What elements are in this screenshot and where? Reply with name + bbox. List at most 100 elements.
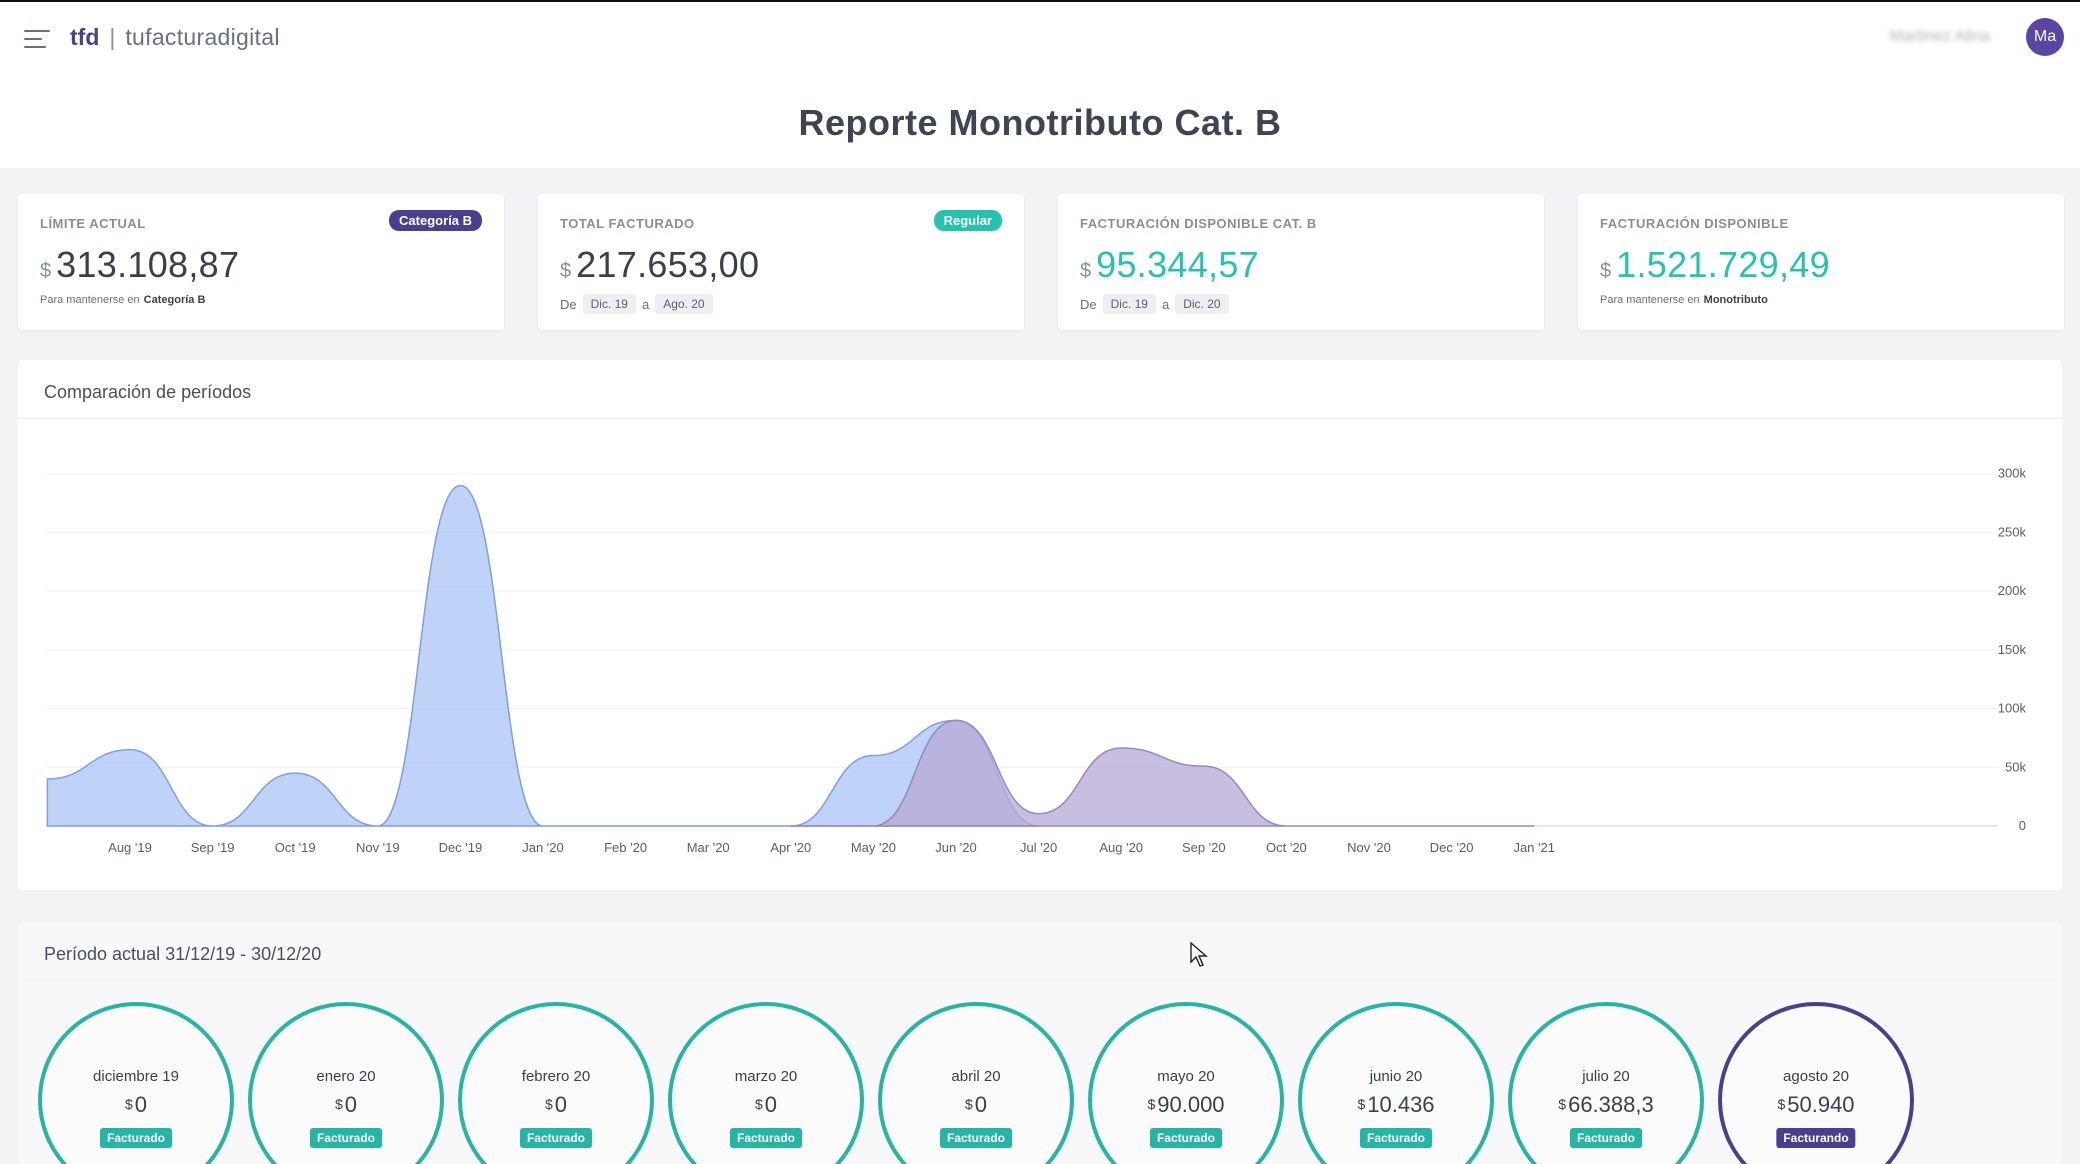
period-title: Período actual 31/12/19 - 30/12/20 bbox=[44, 944, 322, 964]
y-tick-label: 0 bbox=[2019, 818, 2026, 833]
x-tick-label: Feb '20 bbox=[604, 840, 647, 855]
currency-symbol: $ bbox=[964, 1096, 973, 1112]
x-tick-label: Aug '19 bbox=[108, 840, 152, 855]
month-status-badge: Facturado bbox=[1149, 1128, 1223, 1148]
month-circle[interactable]: enero 20 $0 Facturado bbox=[248, 1002, 444, 1164]
month-amount: 0 bbox=[554, 1092, 568, 1117]
x-tick-label: Jan '20 bbox=[522, 840, 564, 855]
month-name: enero 20 bbox=[316, 1068, 376, 1085]
month-amount: 0 bbox=[974, 1092, 988, 1117]
currency-symbol: $ bbox=[754, 1096, 763, 1112]
y-tick-label: 300k bbox=[1998, 466, 2027, 481]
panel-divider bbox=[18, 980, 2062, 981]
avatar[interactable]: Ma bbox=[2026, 18, 2064, 56]
card-range: De Dic. 19 a Dic. 20 bbox=[1080, 294, 1235, 314]
x-tick-label: Apr '20 bbox=[770, 840, 811, 855]
month-value: $10.436 bbox=[1302, 1092, 1490, 1118]
x-tick-label: Jun '20 bbox=[935, 840, 977, 855]
series-1-area[interactable] bbox=[46, 484, 1039, 827]
range-a: a bbox=[641, 296, 650, 312]
page-title: Reporte Monotributo Cat. B bbox=[798, 102, 1282, 143]
month-status-badge: Facturado bbox=[1569, 1128, 1643, 1148]
month-name: diciembre 19 bbox=[93, 1068, 179, 1085]
month-circle[interactable]: junio 20 $10.436 Facturado bbox=[1298, 1002, 1494, 1164]
month-name: mayo 20 bbox=[1157, 1068, 1215, 1085]
month-name: marzo 20 bbox=[734, 1068, 798, 1085]
card-amount: $ 313.108,87 bbox=[40, 244, 239, 286]
month-value: $0 bbox=[462, 1092, 650, 1118]
menu-icon[interactable] bbox=[24, 28, 52, 50]
currency-symbol: $ bbox=[124, 1096, 133, 1112]
month-name: febrero 20 bbox=[521, 1068, 591, 1085]
card-value: 95.344,57 bbox=[1096, 244, 1259, 285]
currency-symbol: $ bbox=[1080, 260, 1092, 282]
month-value: $50.940 bbox=[1722, 1092, 1910, 1118]
currency-symbol: $ bbox=[334, 1096, 343, 1112]
x-tick-label: Aug '20 bbox=[1099, 840, 1143, 855]
currency-symbol: $ bbox=[1147, 1096, 1156, 1112]
brand-separator: | bbox=[109, 24, 116, 50]
month-amount: 0 bbox=[344, 1092, 358, 1117]
note-strong: Categoría B bbox=[143, 294, 206, 306]
range-to: Ago. 20 bbox=[655, 294, 713, 314]
card-value: 313.108,87 bbox=[56, 244, 240, 285]
month-status-badge: Facturado bbox=[1359, 1128, 1433, 1148]
brand-name: tufacturadigital bbox=[125, 24, 280, 50]
month-amount: 50.940 bbox=[1787, 1092, 1855, 1117]
month-name: junio 20 bbox=[1369, 1068, 1423, 1085]
range-de: De bbox=[560, 296, 577, 312]
y-tick-label: 250k bbox=[1998, 524, 2027, 539]
card-label: TOTAL FACTURADO bbox=[560, 216, 695, 231]
currency-symbol: $ bbox=[544, 1096, 553, 1112]
x-tick-label: Nov '20 bbox=[1347, 840, 1391, 855]
user-name[interactable]: Martinez Alina bbox=[1890, 28, 1991, 46]
card-amount: $ 217.653,00 bbox=[560, 244, 759, 286]
card-note: Para mantenerse en Monotributo bbox=[1600, 294, 1768, 306]
month-value: $66.388,3 bbox=[1512, 1092, 1700, 1118]
month-status-badge: Facturado bbox=[309, 1128, 383, 1148]
card-amount: $ 1.521.729,49 bbox=[1600, 244, 1830, 286]
month-circle[interactable]: abril 20 $0 Facturado bbox=[878, 1002, 1074, 1164]
y-tick-label: 50k bbox=[2005, 759, 2026, 774]
month-status-badge: Facturando bbox=[1776, 1128, 1856, 1148]
note-strong: Monotributo bbox=[1703, 294, 1768, 306]
x-tick-label: Oct '19 bbox=[275, 840, 316, 855]
month-amount: 0 bbox=[764, 1092, 778, 1117]
month-amount: 10.436 bbox=[1367, 1092, 1435, 1117]
currency-symbol: $ bbox=[1777, 1096, 1786, 1112]
area-chart[interactable]: 0 50k 100k 150k 200k 250k 300k Aug '19 Sep '19 Oc… bbox=[18, 360, 2062, 890]
x-tick-label: May '20 bbox=[851, 840, 896, 855]
card-label: FACTURACIÓN DISPONIBLE CAT. B bbox=[1080, 216, 1317, 231]
card-facturacion-disponible-cat: FACTURACIÓN DISPONIBLE CAT. B $ 95.344,5… bbox=[1058, 194, 1544, 330]
x-tick-label: Sep '19 bbox=[191, 840, 235, 855]
month-value: $90.000 bbox=[1092, 1092, 1280, 1118]
category-badge: Categoría B bbox=[389, 210, 482, 231]
top-bar: tfd | tufacturadigital Martinez Alina Ma bbox=[0, 0, 2080, 72]
currency-symbol: $ bbox=[1357, 1096, 1366, 1112]
month-circle[interactable]: agosto 20 $50.940 Facturando bbox=[1718, 1002, 1914, 1164]
card-label: FACTURACIÓN DISPONIBLE bbox=[1600, 216, 1789, 231]
y-tick-label: 150k bbox=[1998, 642, 2027, 657]
card-value: 217.653,00 bbox=[576, 244, 760, 285]
note-prefix: Para mantenerse en bbox=[1600, 294, 1700, 306]
month-status-badge: Facturado bbox=[99, 1128, 173, 1148]
brand-logo[interactable]: tfd | tufacturadigital bbox=[70, 24, 280, 51]
month-value: $0 bbox=[42, 1092, 230, 1118]
card-limite-actual: LÍMITE ACTUAL Categoría B $ 313.108,87 P… bbox=[18, 194, 504, 330]
month-circle[interactable]: mayo 20 $90.000 Facturado bbox=[1088, 1002, 1284, 1164]
note-prefix: Para mantenerse en bbox=[40, 294, 140, 306]
month-circle[interactable]: febrero 20 $0 Facturado bbox=[458, 1002, 654, 1164]
x-tick-label: Sep '20 bbox=[1182, 840, 1226, 855]
card-facturacion-disponible: FACTURACIÓN DISPONIBLE $ 1.521.729,49 Pa… bbox=[1578, 194, 2064, 330]
x-tick-label: Oct '20 bbox=[1266, 840, 1307, 855]
brand-short: tfd bbox=[70, 24, 100, 50]
month-circle[interactable]: marzo 20 $0 Facturado bbox=[668, 1002, 864, 1164]
x-tick-label: Jan '21 bbox=[1513, 840, 1555, 855]
month-circle[interactable]: julio 20 $66.388,3 Facturado bbox=[1508, 1002, 1704, 1164]
month-amount: 90.000 bbox=[1157, 1092, 1225, 1117]
card-total-facturado: TOTAL FACTURADO Regular $ 217.653,00 De … bbox=[538, 194, 1024, 330]
chart-panel: Comparación de períodos 0 50k 100k 150k 200k… bbox=[18, 360, 2062, 890]
month-name: abril 20 bbox=[951, 1068, 1001, 1085]
month-circle[interactable]: diciembre 19 $0 Facturado bbox=[38, 1002, 234, 1164]
y-tick-label: 200k bbox=[1998, 583, 2027, 598]
